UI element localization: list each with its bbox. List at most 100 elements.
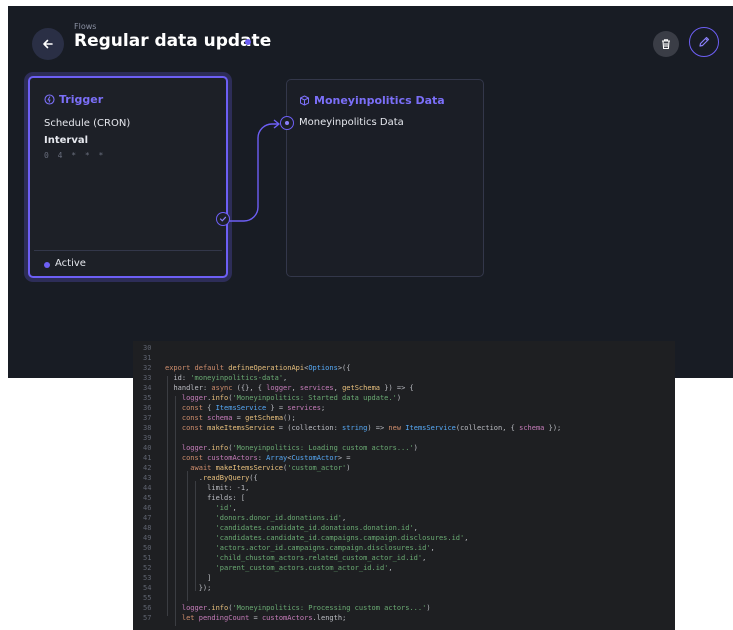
- operation-title: Moneyinpolitics Data: [299, 94, 445, 107]
- line-number: 43: [143, 474, 152, 482]
- line-number: 53: [143, 574, 152, 582]
- code-text: const makeItemsService = (collection: st…: [181, 424, 562, 432]
- code-text: .readByQuery({: [165, 474, 258, 482]
- code-text: });: [165, 584, 212, 592]
- line-number: 31: [143, 354, 152, 362]
- code-line: 40 logger.info('Moneyinpolitics: Loading…: [133, 443, 418, 453]
- line-number: 55: [143, 594, 152, 602]
- input-handle[interactable]: [280, 116, 294, 130]
- line-number: 46: [143, 504, 152, 512]
- code-line: 42 await makeItemsService('custom_actor'…: [133, 463, 350, 473]
- code-line: 38 const makeItemsService = (collection:…: [133, 423, 561, 433]
- trigger-title-label: Trigger: [59, 93, 104, 106]
- cube-icon: [300, 95, 309, 106]
- code-text: logger.info('Moneyinpolitics: Loading cu…: [181, 444, 418, 452]
- code-line: 37 const schema = getSchema();: [133, 413, 296, 423]
- line-number: 39: [143, 434, 152, 442]
- line-number: 52: [143, 564, 152, 572]
- code-text: 'child_chustom_actors.related_custom_act…: [215, 554, 427, 562]
- line-number: 37: [143, 414, 152, 422]
- code-line: 52 'parent_custom_actors.custom_actor_id…: [133, 563, 393, 573]
- line-number: 32: [143, 364, 152, 372]
- code-text: fields: [: [207, 494, 246, 502]
- line-number: 47: [143, 514, 152, 522]
- code-text: export default defineOperationApi<Option…: [165, 364, 351, 372]
- code-line: 36 const { ItemsService } = services;: [133, 403, 325, 413]
- code-line: 49 'candidates.candidate_id.campaigns.ca…: [133, 533, 468, 543]
- code-text: const schema = getSchema();: [181, 414, 296, 422]
- code-text: 'id',: [215, 504, 237, 512]
- code-line: 56 logger.info('Moneyinpolitics: Process…: [133, 603, 431, 613]
- line-number: 54: [143, 584, 152, 592]
- trigger-card[interactable]: Trigger Schedule (CRON) Interval 0 4 * *…: [28, 76, 230, 278]
- code-line: 57 let pendingCount = customActors.lengt…: [133, 613, 346, 623]
- trigger-type: Schedule (CRON): [44, 118, 131, 129]
- code-line: 50 'actors.actor_id.campaigns.campaign.d…: [133, 543, 435, 553]
- code-text: 'parent_custom_actors.custom_actor_id.id…: [215, 564, 393, 572]
- check-icon: [219, 216, 227, 222]
- code-text: 'candidates.candidate_id.campaigns.campa…: [215, 534, 469, 542]
- line-number: 44: [143, 484, 152, 492]
- operation-title-label: Moneyinpolitics Data: [314, 94, 445, 107]
- code-text: logger.info('Moneyinpolitics: Started da…: [181, 394, 402, 402]
- code-line: 44 limit: -1,: [133, 483, 249, 493]
- code-text: 'donors.donor_id.donations.id',: [215, 514, 347, 522]
- code-line: 51 'child_chustom_actors.related_custom_…: [133, 553, 426, 563]
- code-text: 'candidates.candidate_id.donations.donat…: [215, 524, 418, 532]
- line-number: 50: [143, 544, 152, 552]
- code-line: 43 .readByQuery({: [133, 473, 258, 483]
- code-line: 48 'candidates.candidate_id.donations.do…: [133, 523, 418, 533]
- line-number: 49: [143, 534, 152, 542]
- code-text: const customActors: Array<CustomActor> =: [181, 454, 351, 462]
- code-text: limit: -1,: [207, 484, 250, 492]
- code-text: const { ItemsService } = services;: [181, 404, 326, 412]
- code-line: 33 id: 'moneyinpolitics-data',: [133, 373, 287, 383]
- line-number: 33: [143, 374, 152, 382]
- line-number: 41: [143, 454, 152, 462]
- flow-editor: Flows Regular data update Trigger Schedu…: [8, 6, 733, 378]
- line-number: 34: [143, 384, 152, 392]
- line-number: 48: [143, 524, 152, 532]
- code-line: 41 const customActors: Array<CustomActor…: [133, 453, 350, 463]
- code-snippet: 30 31 32 export default defineOperationApi<…: [133, 341, 675, 630]
- code-line: 31: [133, 353, 165, 363]
- line-number: 42: [143, 464, 152, 472]
- bolt-circle-icon: [44, 94, 55, 105]
- status-indicator: [44, 262, 50, 268]
- code-text: ]: [165, 574, 212, 582]
- code-text: handler: async ({}, { logger, services, …: [173, 384, 414, 392]
- code-text: logger.info('Moneyinpolitics: Processing…: [181, 604, 431, 612]
- input-handle-dot: [285, 121, 289, 125]
- code-line: 47 'donors.donor_id.donations.id',: [133, 513, 346, 523]
- operation-subtitle: Moneyinpolitics Data: [299, 117, 404, 128]
- line-number: 36: [143, 404, 152, 412]
- code-text: 'actors.actor_id.campaigns.campaign.disc…: [215, 544, 435, 552]
- line-number: 57: [143, 614, 152, 622]
- trigger-title: Trigger: [44, 93, 103, 106]
- code-text: id: 'moneyinpolitics-data',: [173, 374, 288, 382]
- code-line: 32 export default defineOperationApi<Opti…: [133, 363, 351, 373]
- code-line: 55: [133, 593, 165, 603]
- code-text: let pendingCount = customActors.length;: [181, 614, 347, 622]
- line-number: 56: [143, 604, 152, 612]
- code-line: 30: [133, 343, 165, 353]
- line-number: 38: [143, 424, 152, 432]
- code-line: 34 handler: async ({}, { logger, service…: [133, 383, 414, 393]
- resolve-handle[interactable]: [216, 212, 230, 226]
- interval-label: Interval: [44, 135, 89, 146]
- operation-card[interactable]: Moneyinpolitics Data Moneyinpolitics Dat…: [280, 79, 484, 277]
- status-label: Active: [55, 258, 86, 269]
- code-line: 46 'id',: [133, 503, 237, 513]
- code-line: 53 ]: [133, 573, 211, 583]
- line-number: 40: [143, 444, 152, 452]
- interval-value: 0 4 * * *: [44, 151, 106, 160]
- line-number: 45: [143, 494, 152, 502]
- line-number: 51: [143, 554, 152, 562]
- divider: [34, 250, 222, 251]
- code-line: 54 });: [133, 583, 211, 593]
- code-text: await makeItemsService('custom_actor'): [190, 464, 351, 472]
- code-line: 39: [133, 433, 165, 443]
- code-line: 45 fields: [: [133, 493, 245, 503]
- code-line: 35 logger.info('Moneyinpolitics: Started…: [133, 393, 401, 403]
- line-number: 30: [143, 344, 152, 352]
